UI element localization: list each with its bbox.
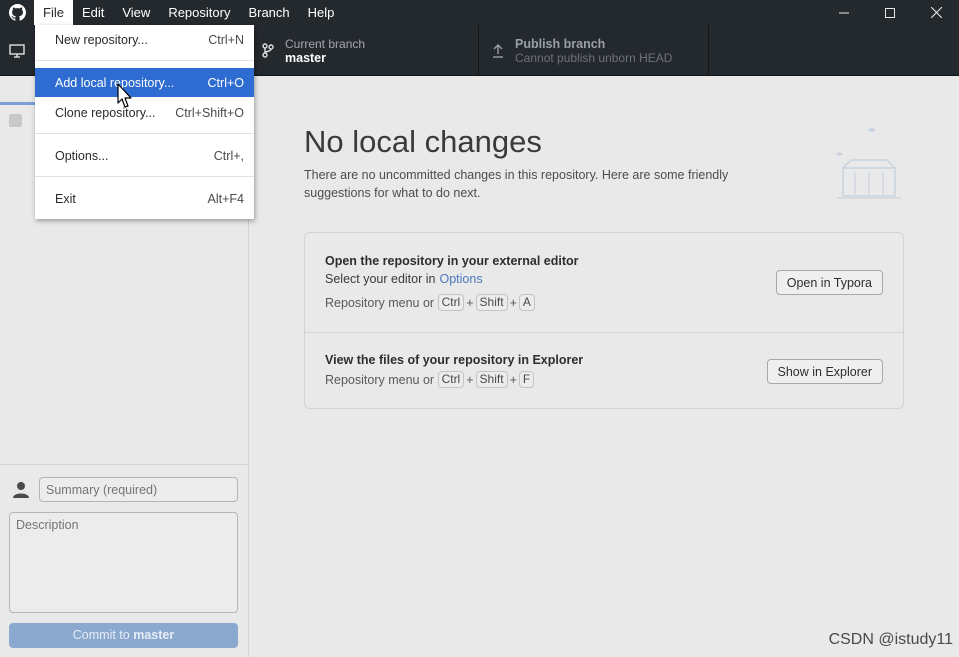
menu-item-shortcut: Alt+F4: [207, 191, 244, 206]
close-button[interactable]: [913, 0, 959, 25]
publish-branch-description: Cannot publish unborn HEAD: [515, 50, 673, 65]
open-editor-hint-text: Select your editor in: [325, 272, 436, 286]
page-subtitle: There are no uncommitted changes in this…: [304, 168, 729, 200]
menu-item-new-repository[interactable]: New repository... Ctrl+N: [35, 25, 254, 54]
window-controls: [821, 0, 959, 25]
explorer-title: View the files of your repository in Exp…: [325, 353, 584, 367]
mouse-pointer-icon: [117, 83, 137, 111]
menu-item-label: Clone repository...: [55, 105, 156, 120]
menu-item-shortcut: Ctrl+O: [207, 75, 244, 90]
maximize-button[interactable]: [867, 0, 913, 25]
key-f: F: [518, 371, 535, 388]
menu-item-label: Add local repository...: [55, 75, 175, 90]
menu-separator: [35, 60, 254, 61]
menu-repository[interactable]: Repository: [159, 0, 239, 25]
file-menu-dropdown: New repository... Ctrl+N Add local repos…: [35, 25, 254, 219]
description-input[interactable]: [9, 512, 238, 613]
publish-branch-label: Publish branch: [515, 36, 606, 51]
menu-file[interactable]: File: [34, 0, 73, 25]
current-branch-name: master: [285, 50, 326, 65]
show-in-explorer-button[interactable]: Show in Explorer: [766, 359, 883, 384]
open-in-editor-row: Open the repository in your external edi…: [305, 233, 903, 333]
show-in-explorer-row: View the files of your repository in Exp…: [305, 333, 903, 409]
key-ctrl: Ctrl: [437, 371, 465, 388]
upload-icon: [490, 43, 506, 59]
empty-state-illustration-icon: [829, 124, 909, 204]
commit-button[interactable]: Commit to master: [9, 623, 238, 648]
menu-separator: [35, 176, 254, 177]
open-editor-shortcut: Repository menu or Ctrl + Shift + A: [325, 294, 535, 311]
menu-separator: [35, 133, 254, 134]
menu-item-add-local-repository[interactable]: Add local repository... Ctrl+O: [35, 68, 254, 97]
key-shift: Shift: [475, 294, 508, 311]
key-a: A: [518, 294, 535, 311]
key-ctrl: Ctrl: [437, 294, 465, 311]
menu-item-clone-repository[interactable]: Clone repository... Ctrl+Shift+O: [35, 98, 254, 127]
maximize-icon: [885, 7, 895, 18]
menu-item-shortcut: Ctrl+N: [208, 32, 244, 47]
watermark: CSDN @istudy11: [828, 631, 953, 648]
branch-icon: [260, 43, 276, 59]
menu-item-shortcut: Ctrl+Shift+O: [175, 105, 244, 120]
main-content: No local changes There are no uncommitte…: [249, 76, 959, 657]
suggestions-card: Open the repository in your external edi…: [304, 232, 904, 409]
explorer-shortcut: Repository menu or Ctrl + Shift + F: [325, 371, 535, 388]
menu-help[interactable]: Help: [299, 0, 344, 25]
menu-item-label: Exit: [55, 191, 76, 206]
menu-edit[interactable]: Edit: [73, 0, 113, 25]
shortcut-prefix: Repository menu or: [325, 372, 435, 387]
page-title: No local changes: [304, 124, 542, 159]
commit-button-branch: master: [133, 628, 175, 642]
minimize-icon: [839, 12, 849, 13]
open-editor-hint: Select your editor in Options: [325, 272, 483, 286]
shortcut-prefix: Repository menu or: [325, 295, 435, 310]
close-icon: [930, 7, 942, 18]
summary-input[interactable]: [39, 477, 238, 502]
menu-item-label: New repository...: [55, 32, 148, 47]
title-bar: File Edit View Repository Branch Help: [0, 0, 959, 25]
github-logo-icon: [0, 0, 34, 25]
commit-button-prefix: Commit to: [72, 628, 134, 642]
menu-item-label: Options...: [55, 148, 109, 163]
open-in-typora-button[interactable]: Open in Typora: [775, 270, 883, 295]
menu-item-shortcut: Ctrl+,: [213, 148, 244, 163]
key-shift: Shift: [475, 371, 508, 388]
open-editor-title: Open the repository in your external edi…: [325, 254, 579, 268]
avatar-icon: [12, 480, 30, 498]
select-all-checkbox[interactable]: [9, 114, 22, 127]
menu-item-exit[interactable]: Exit Alt+F4: [35, 184, 254, 213]
menu-view[interactable]: View: [113, 0, 159, 25]
commit-area: Commit to master: [0, 464, 249, 657]
publish-branch-button[interactable]: Publish branch Cannot publish unborn HEA…: [479, 25, 709, 76]
options-link[interactable]: Options: [439, 272, 482, 286]
desktop-icon: [9, 43, 25, 59]
current-branch-label: Current branch: [285, 36, 366, 51]
menu-branch[interactable]: Branch: [239, 0, 298, 25]
current-branch-dropdown[interactable]: Current branch master: [249, 25, 479, 76]
minimize-button[interactable]: [821, 0, 867, 25]
menu-item-options[interactable]: Options... Ctrl+,: [35, 141, 254, 170]
